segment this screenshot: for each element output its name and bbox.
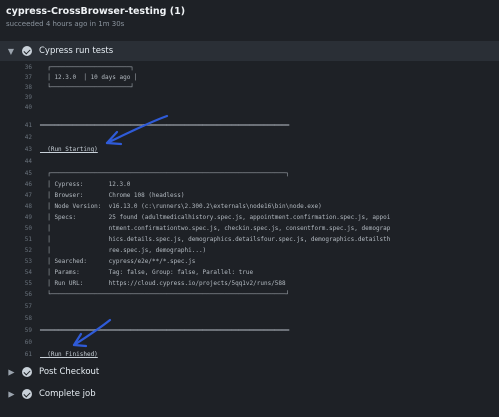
log-line: 47 │ Browser: Chrome 108 (headless) [24,192,185,199]
check-circle-icon [22,367,32,377]
log-line: 45 ┌────────────────────────────────────… [24,170,290,177]
log-line: 52 │ ree.spec.js, demographi...) [24,247,207,254]
log-line: 50 │ ntment.confirmationtwo.spec.js, che… [24,225,391,232]
log-line: 53 │ Searched: cypress/e2e/**/*.spec.js [24,258,196,265]
run-url-link[interactable]: │ Run URL: https://cloud.cypress.io/proj… [40,278,285,289]
check-circle-icon [22,46,32,56]
chevron-right-icon[interactable]: ▼ [7,365,16,379]
log-line: 48 │ Node Version: v16.13.0 (c:\runners\… [24,203,322,210]
log-line: 49 │ Specs: 25 found (adultmedicalhistor… [24,214,391,221]
step-post-checkout[interactable]: ▼ Post Checkout [0,362,499,382]
run-finished-label: (Run Finished) [40,351,98,358]
log-line: 43 (Run Starting) [24,146,98,153]
step-label: Post Checkout [39,367,100,377]
chevron-down-icon[interactable]: ▼ [4,47,18,56]
step-complete-job[interactable]: ▼ Complete job [0,384,499,404]
log-line: 61 (Run Finished) [24,351,98,358]
log-line: 54 │ Params: Tag: false, Group: false, P… [24,269,254,276]
check-circle-icon [22,389,32,399]
chevron-right-icon[interactable]: ▼ [7,387,16,401]
log-line: 40 [24,104,32,111]
job-title: cypress-CrossBrowser-testing (1) [6,6,186,17]
run-starting-label: (Run Starting) [40,146,98,153]
log-line: 44 [24,158,32,165]
log-line: 57 [24,303,32,310]
step-cypress-run-tests[interactable]: ▼ Cypress run tests [0,41,499,61]
log-line: 56 └────────────────────────────────────… [24,291,290,298]
step-label: Complete job [39,389,96,399]
job-status: succeeded 4 hours ago in 1m 30s [6,20,125,28]
job-header: cypress-CrossBrowser-testing (1) succeed… [6,3,185,28]
step-label: Cypress run tests [39,46,114,56]
log-line: 55 │ Run URL: https://cloud.cypress.io/p… [24,278,286,289]
log-line: 42 [24,134,32,141]
log-line: 46 │ Cypress: 12.3.0 [24,181,131,188]
log-line: 51 │ hics.details.spec.js, demographics.… [24,236,391,243]
annotation-arrow-top [105,114,169,146]
log-line: 41 ══════════════════════════════════════… [24,122,290,129]
annotation-arrow-bottom [72,318,112,348]
